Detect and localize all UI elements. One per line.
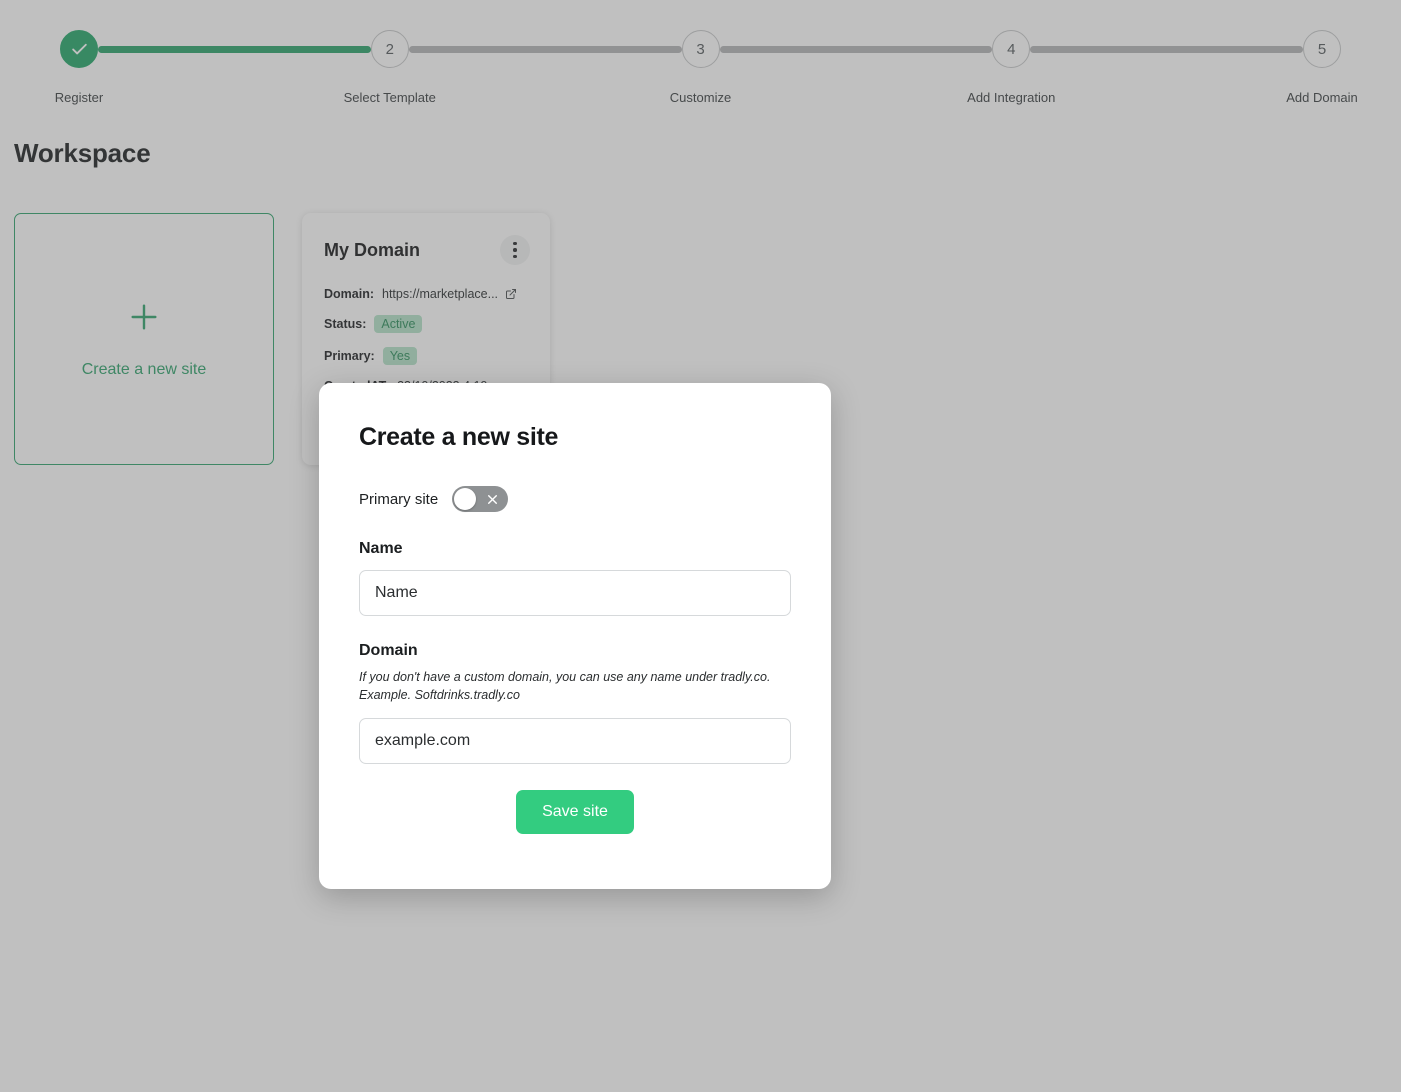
- domain-input[interactable]: [359, 718, 791, 764]
- modal-title: Create a new site: [359, 423, 791, 452]
- domain-field-block: Domain If you don't have a custom domain…: [359, 642, 791, 764]
- primary-site-label: Primary site: [359, 491, 438, 508]
- domain-field-label: Domain: [359, 642, 791, 660]
- name-input[interactable]: [359, 570, 791, 616]
- save-button-wrap: Save site: [359, 790, 791, 834]
- save-site-button[interactable]: Save site: [516, 790, 634, 834]
- primary-site-toggle[interactable]: [452, 486, 508, 512]
- create-new-site-modal: Create a new site Primary site Name Doma…: [319, 383, 831, 889]
- name-field-label: Name: [359, 540, 791, 558]
- domain-field-hint: If you don't have a custom domain, you c…: [359, 668, 789, 704]
- close-x-icon: [486, 493, 499, 506]
- primary-site-row: Primary site: [359, 486, 791, 512]
- toggle-knob: [454, 488, 476, 510]
- name-field-block: Name: [359, 540, 791, 616]
